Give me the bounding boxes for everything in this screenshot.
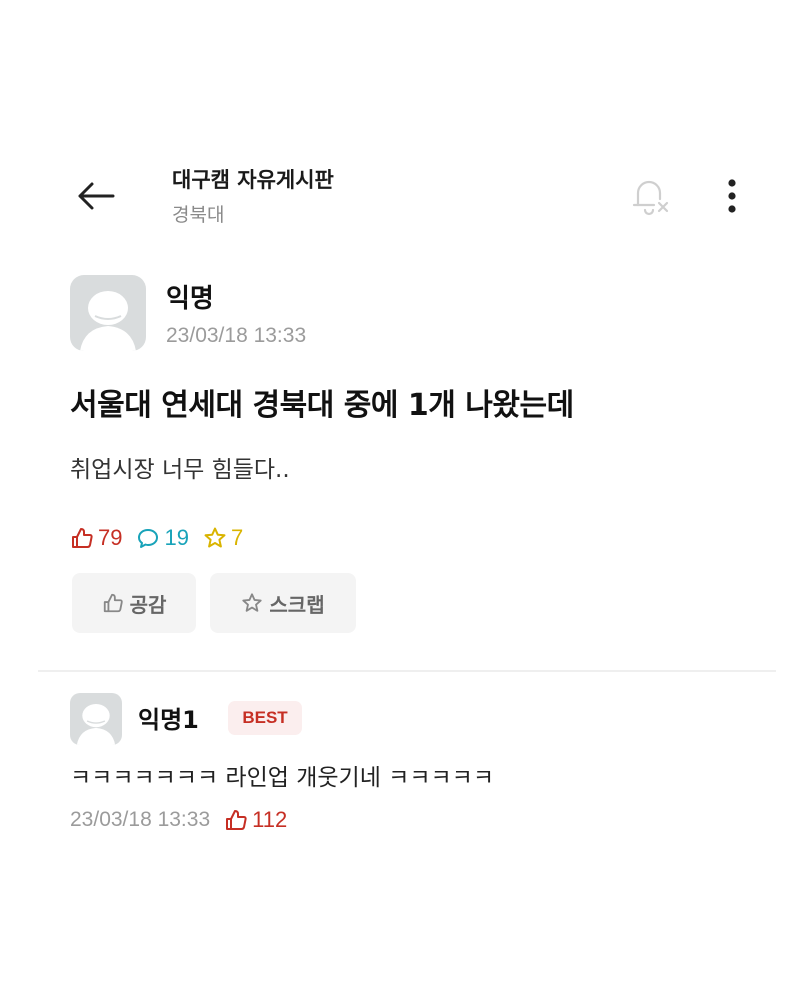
thumbs-up-icon [226,810,247,830]
comment-date: 23/03/18 13:33 [70,808,211,831]
comment-body: ㅋㅋㅋㅋㅋㅋㅋ 라인업 개웃기네 ㅋㅋㅋㅋㅋ [70,765,494,791]
post-author-name: 익명 [166,284,214,314]
board-subtitle: 경북대 [172,204,225,226]
post-title: 서울대 연세대 경북대 중에 1개 나왔는데 [70,388,574,423]
post-stats: 79 19 7 [70,522,243,554]
thumbs-up-icon [103,593,123,613]
back-button[interactable] [70,170,122,222]
post-author-avatar [70,275,146,351]
arrow-left-icon [78,182,115,210]
post-body: 취업시장 너무 힘들다.. [70,457,290,483]
default-avatar-icon [76,703,116,745]
scrap-count-value: 7 [230,525,244,550]
comment-count-value: 19 [164,525,189,550]
star-icon [204,527,226,548]
comment-count: 19 [136,525,189,551]
comment-author-avatar [70,693,122,745]
more-vertical-icon [728,179,736,213]
like-count: 79 [70,525,122,551]
comment-like-count: 112 [252,807,288,832]
comment-like-button[interactable]: 112 [224,807,287,833]
scrap-button[interactable]: 스크랩 [210,573,356,633]
like-button[interactable]: 공감 [72,573,196,633]
best-badge: BEST [228,701,302,735]
bell-off-icon [632,180,669,216]
post-date: 23/03/18 13:33 [166,324,307,347]
scrap-count: 7 [203,525,243,551]
comment-author-name: 익명1 [138,706,199,734]
scrap-button-label: 스크랩 [269,592,325,617]
speech-bubble-icon [138,529,159,548]
thumbs-up-icon [72,528,93,548]
section-divider [38,670,776,672]
more-options-button[interactable] [710,168,754,224]
like-button-label: 공감 [129,592,167,617]
board-title: 대구캠 자유게시판 [172,168,334,192]
star-icon [242,593,263,612]
notification-toggle-button[interactable] [622,168,678,224]
comment-meta: 23/03/18 13:33 112 [70,804,287,836]
default-avatar-icon [80,291,136,351]
like-count-value: 79 [98,525,123,550]
